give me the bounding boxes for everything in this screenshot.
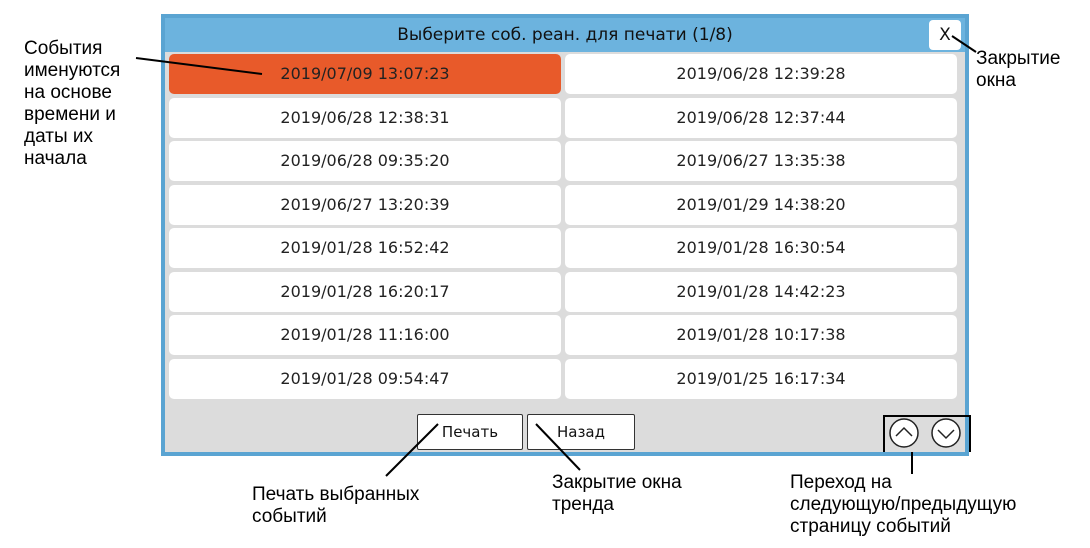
event-item[interactable]: 2019/06/27 13:35:38	[565, 141, 957, 181]
annotation-close-window: Закрытие окна	[976, 48, 1061, 91]
event-item[interactable]: 2019/01/28 16:20:17	[169, 271, 561, 312]
event-item[interactable]: 2019/01/29 14:38:20	[565, 184, 957, 225]
annotation-paging: Переход на следующую/предыдущую страницу…	[790, 472, 1017, 537]
dialog-title: Выберите соб. реан. для печати (1/8)	[397, 25, 733, 45]
close-button[interactable]: X	[929, 20, 961, 50]
print-event-dialog: Выберите соб. реан. для печати (1/8) X 2…	[161, 14, 969, 456]
event-item[interactable]: 2019/01/28 09:54:47	[169, 358, 561, 399]
event-item[interactable]: 2019/06/28 12:37:44	[565, 97, 957, 138]
event-item[interactable]: 2019/06/27 13:20:39	[169, 184, 561, 225]
event-item[interactable]: 2019/01/28 16:52:42	[169, 228, 561, 268]
annotation-events-named: События именуются на основе времени и да…	[24, 38, 121, 169]
annotation-print-selected: Печать выбранных событий	[252, 484, 420, 527]
print-button[interactable]: Печать	[417, 414, 523, 450]
event-list: 2019/07/09 13:07:23 2019/06/28 12:39:28 20…	[169, 54, 961, 400]
dialog-title-bar: Выберите соб. реан. для печати (1/8) X	[165, 18, 965, 52]
page-up-button[interactable]	[885, 416, 923, 450]
annotation-close-trend: Закрытие окна тренда	[552, 472, 682, 515]
page-down-button[interactable]	[927, 416, 965, 450]
event-item[interactable]: 2019/01/28 11:16:00	[169, 315, 561, 355]
event-item[interactable]: 2019/01/28 16:30:54	[565, 228, 957, 268]
chevron-up-circle-icon	[889, 418, 919, 448]
event-item[interactable]: 2019/06/28 09:35:20	[169, 141, 561, 181]
event-item[interactable]: 2019/01/28 14:42:23	[565, 271, 957, 312]
event-item[interactable]: 2019/06/28 12:39:28	[565, 54, 957, 94]
event-item[interactable]: 2019/06/28 12:38:31	[169, 97, 561, 138]
back-button[interactable]: Назад	[527, 414, 635, 450]
event-item[interactable]: 2019/01/28 10:17:38	[565, 315, 957, 355]
chevron-down-circle-icon	[931, 418, 961, 448]
event-item[interactable]: 2019/07/09 13:07:23	[169, 54, 561, 94]
event-item[interactable]: 2019/01/25 16:17:34	[565, 358, 957, 399]
